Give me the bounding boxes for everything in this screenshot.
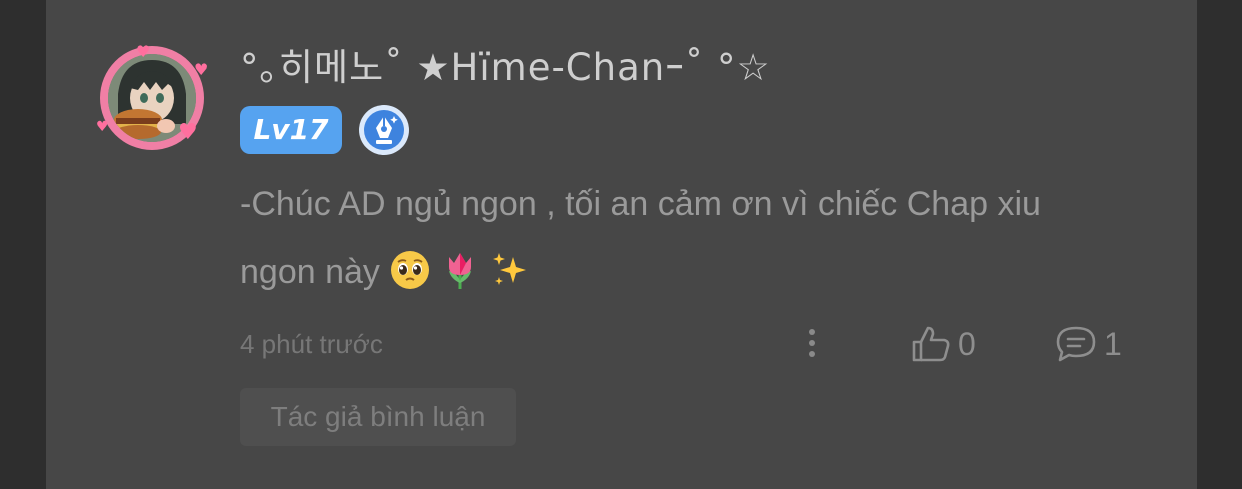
- like-button[interactable]: 0: [910, 322, 976, 366]
- author-tag: Tác giả bình luận: [240, 388, 516, 446]
- pen-badge-icon: [358, 104, 410, 156]
- level-badge: Lv17: [240, 106, 342, 154]
- heart-icon: ♥: [136, 42, 151, 61]
- username[interactable]: °｡히메노˚ ★Hïmе-Cհanｰ˚ °☆: [240, 42, 771, 94]
- more-vertical-icon: [809, 329, 815, 357]
- avatar[interactable]: ♥ ♥ ♥ ♥: [96, 42, 208, 150]
- heart-icon: ♥: [194, 60, 209, 79]
- comment-text: -Chúc AD ngủ ngon , tối an cảm ơn vì chi…: [240, 170, 1180, 306]
- comment-bubble-icon: [1056, 326, 1096, 362]
- comment-text-line-1: -Chúc AD ngủ ngon , tối an cảm ơn vì chi…: [240, 185, 1041, 223]
- comment-text-line-2: ngon này: [240, 238, 1180, 306]
- reply-count: 1: [1104, 325, 1122, 362]
- pleading-face-emoji: [391, 251, 430, 289]
- timestamp: 4 phút trước: [240, 329, 383, 359]
- like-count: 0: [958, 325, 976, 362]
- thumbs-up-icon: [912, 326, 950, 362]
- reply-button[interactable]: 1: [1054, 322, 1122, 366]
- sparkles-emoji: [493, 253, 527, 285]
- comment-text-line-2-text: ngon này: [240, 253, 380, 291]
- more-options-button[interactable]: [800, 326, 824, 362]
- heart-icon: ♥: [178, 120, 198, 145]
- heart-icon: ♥: [96, 119, 109, 135]
- tulip-emoji: [449, 253, 472, 289]
